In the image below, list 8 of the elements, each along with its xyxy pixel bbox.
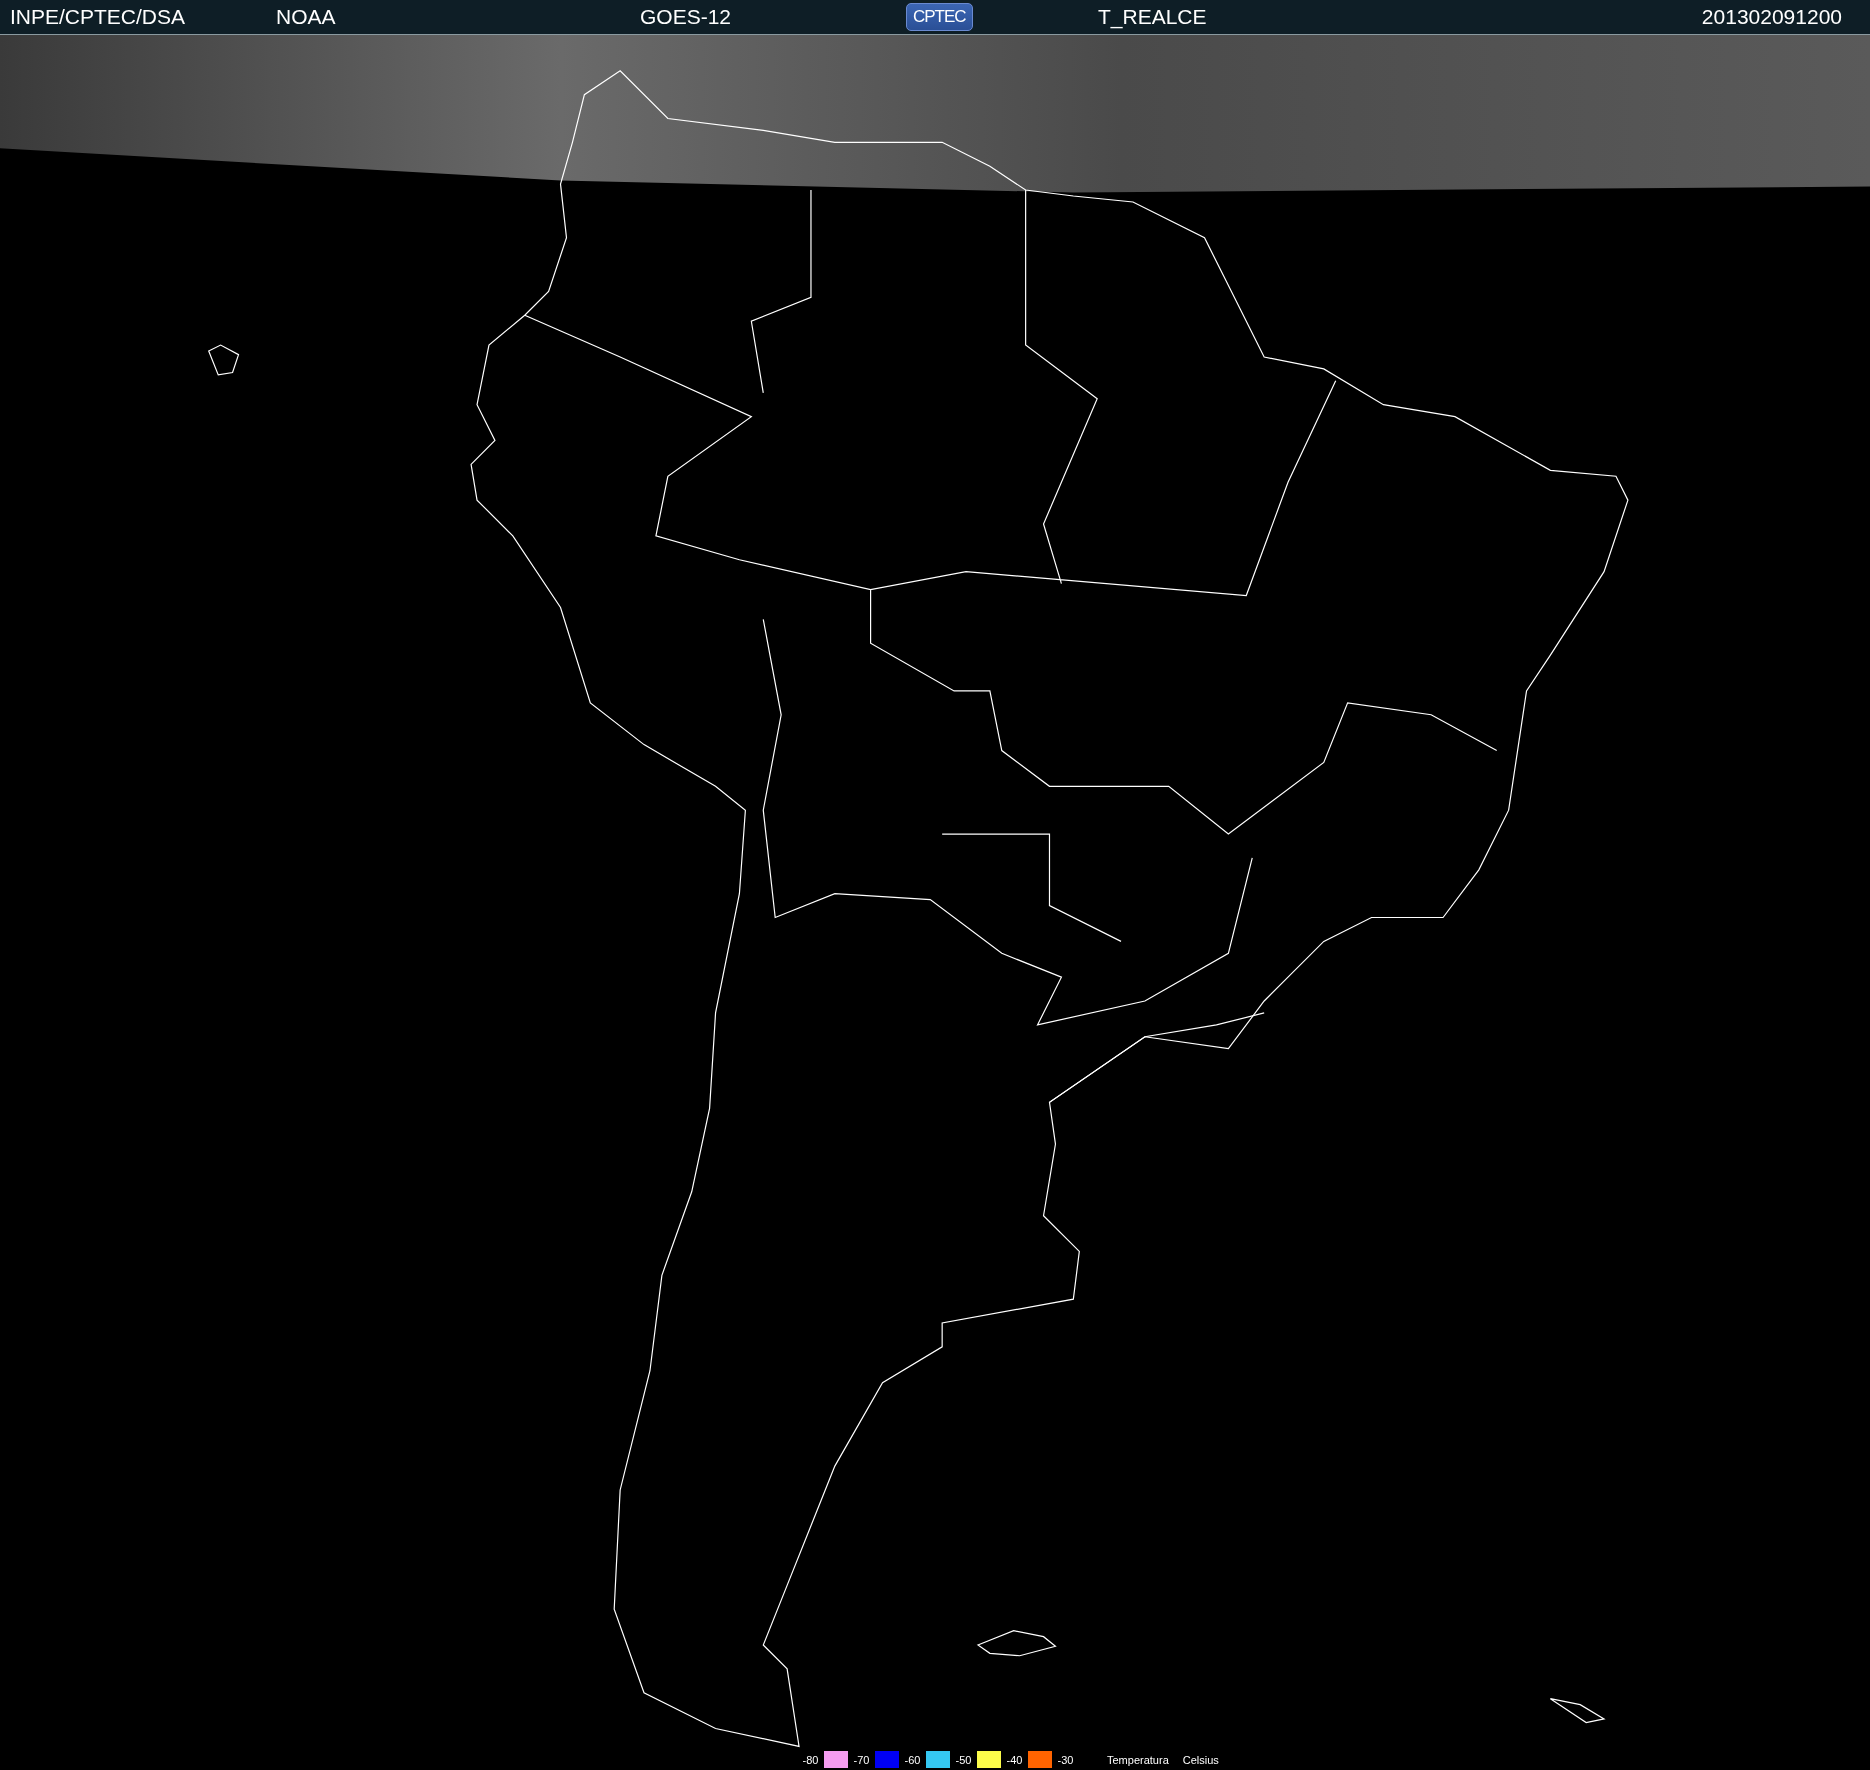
product-label: T_REALCE bbox=[1098, 5, 1207, 30]
source-label: INPE/CPTEC/DSA bbox=[10, 5, 186, 30]
legend-unit: Celsius bbox=[1182, 1753, 1219, 1766]
timestamp-label: 201302091200 bbox=[1701, 5, 1842, 30]
logo: CPTEC bbox=[906, 3, 973, 32]
legend-title: Temperatura bbox=[1107, 1753, 1169, 1766]
satellite-label: GOES-12 bbox=[640, 5, 732, 30]
agency-label: NOAA bbox=[276, 5, 336, 30]
